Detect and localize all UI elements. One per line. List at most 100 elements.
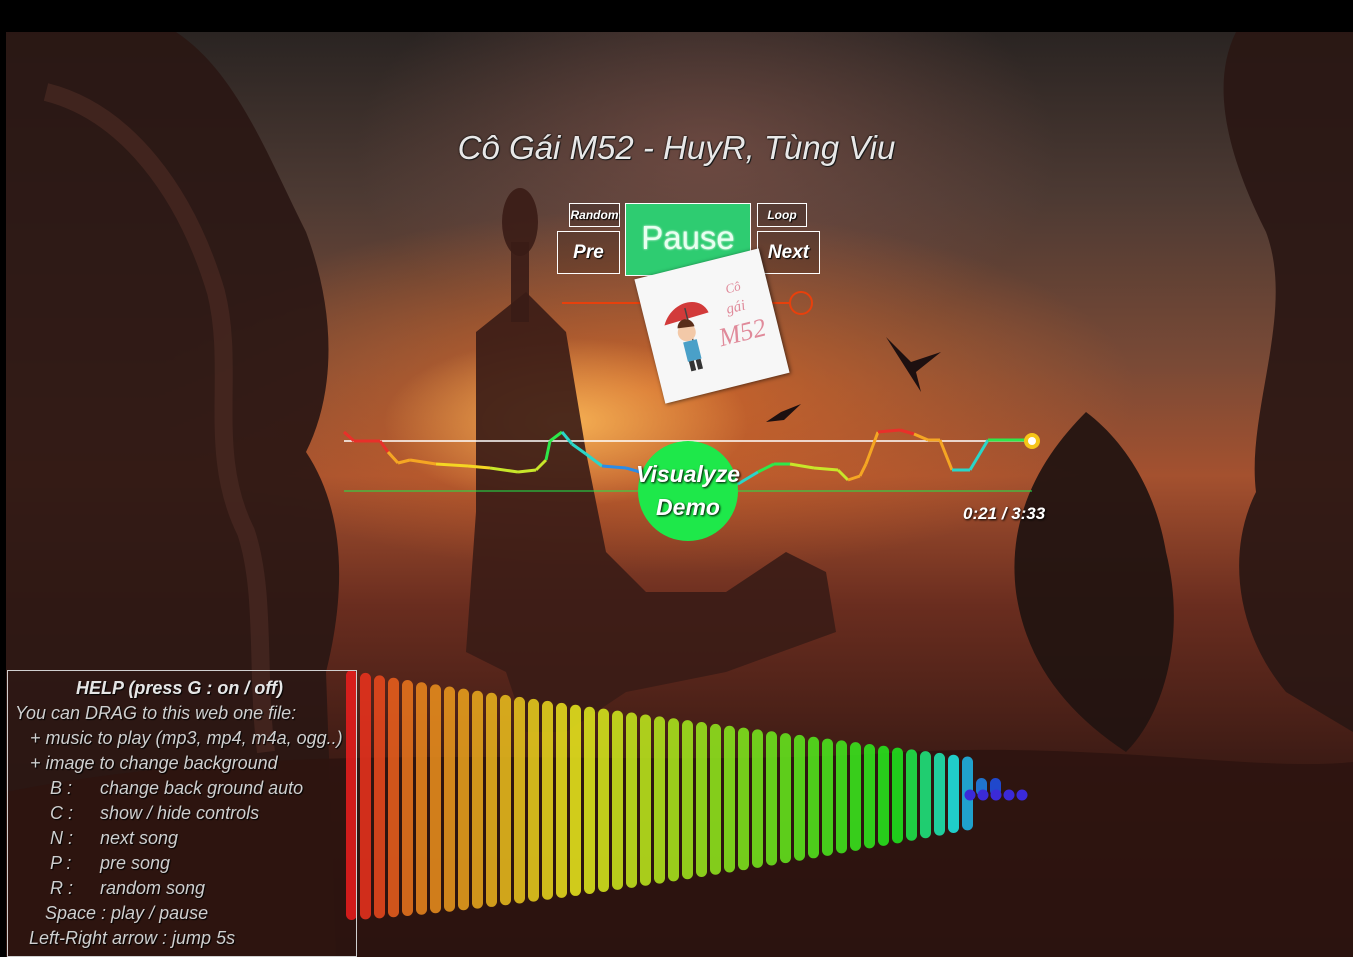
waveform-segment [789,462,815,470]
spectrum-bar [794,734,805,861]
help-key-c: C : [50,803,74,823]
spectrum-bar [654,716,665,884]
song-title: Cô Gái M52 - HuyR, Tùng Viu [457,129,896,166]
spectrum-bar [388,677,399,918]
spectrum-bar [850,742,861,851]
spectrum-bar [528,698,539,902]
spectrum-bar [374,675,385,919]
spectrum-bar [542,700,553,900]
previous-button[interactable]: Pre [557,231,620,274]
waveform-segment [858,463,868,477]
waveform-segment [877,428,901,434]
spectrum-bar [612,710,623,890]
help-desc-b: change back ground auto [100,778,304,798]
cover-text-m52: M52 [715,313,769,353]
help-arrows: Left-Right arrow : jump 5s [29,928,236,948]
waveform-segment [378,440,390,453]
spectrum-bar [444,686,455,912]
spectrum-bar [626,712,637,888]
spectrum-bar [864,743,875,849]
spectrum-dot [977,789,989,801]
spectrum-bar [752,729,763,868]
spectrum-bar [948,754,959,833]
waveform-segment [544,440,552,461]
waveform-segment [847,474,861,482]
help-desc-c: show / hide controls [100,803,260,823]
help-desc-r: random song [100,878,206,898]
loop-button[interactable]: Loop [757,203,807,227]
spectrum-dot [990,789,1002,801]
spectrum-bar [458,688,469,911]
waveform-segment [489,466,519,474]
spectrum-bar [780,733,791,864]
spectrum-bar [836,740,847,854]
waveform-segment [585,452,603,468]
spectrum-bar [598,708,609,892]
waveform-segment [899,428,915,436]
help-key-r: R : [50,878,74,898]
volume-knob[interactable] [789,291,813,315]
spectrum-dot [1016,789,1028,801]
random-button[interactable]: Random [569,203,620,227]
waveform-segment [409,458,437,466]
help-key-n: N : [50,828,74,848]
spectrum-bar [402,679,413,917]
help-space: Space : play / pause [45,903,209,923]
spectrum-bar [640,714,651,886]
help-panel: HELP (press G : on / off) You can DRAG t… [7,670,357,957]
waveform-segment [913,432,929,442]
spectrum-bar [682,720,693,880]
spectrum-bar [472,690,483,909]
waveform-segment [571,442,587,456]
waveform-segment [467,464,491,470]
spectrum-dot [964,789,976,801]
waveform-segment [601,464,627,470]
waveform-segment [864,431,880,465]
help-key-b: B : [50,778,73,798]
spectrum-bars [346,670,1028,920]
spectrum-dot [1003,789,1015,801]
spectrum-bar [878,745,889,846]
help-drag-intro: You can DRAG to this web one file: [15,703,297,723]
spectrum-bar [892,747,903,844]
spectrum-bar [514,696,525,904]
waveform-segment [757,462,775,474]
help-key-p: P : [50,853,72,873]
spectrum-bar [934,752,945,836]
spectrum-bar [766,731,777,866]
visualyze-line2: Demo [656,494,720,520]
spectrum-bar [906,749,917,841]
spectrum-bar [360,672,371,920]
waveform-segment [836,468,850,482]
help-desc-n: next song [100,828,179,848]
spectrum-bar [570,704,581,896]
spectrum-bar [738,727,749,871]
waveform-segment [549,430,563,443]
spectrum-bar [710,723,721,875]
spectrum-bar [808,736,819,859]
help-drag-image: + image to change background [30,753,278,773]
spectrum-bar [920,751,931,839]
waveform-segment [435,462,469,468]
playhead-center [1028,437,1036,445]
waveform-segment [534,458,548,472]
visualyze-label: Visualyze Demo [628,458,748,524]
waveform-segment [968,439,990,471]
waveform-segment [560,431,574,445]
waveform-segment [813,466,839,472]
help-title: HELP (press G : on / off) [76,678,284,698]
spectrum-bar [696,721,707,878]
cover-text-gai: gái [725,298,747,318]
spectrum-bar [416,682,427,915]
waveform-segment [342,430,356,443]
help-drag-music: + music to play (mp3, mp4, m4a, ogg..) [30,728,343,748]
spectrum-bar [668,718,679,882]
next-button[interactable]: Next [757,231,820,274]
visualyze-line1: Visualyze [636,461,740,487]
spectrum-bar [486,692,497,907]
waveform-segment [938,439,954,471]
time-display: 0:21 / 3:33 [963,504,1046,523]
waveform-segment [397,458,411,465]
waveform-segment [386,450,400,465]
spectrum-bar [500,694,511,906]
